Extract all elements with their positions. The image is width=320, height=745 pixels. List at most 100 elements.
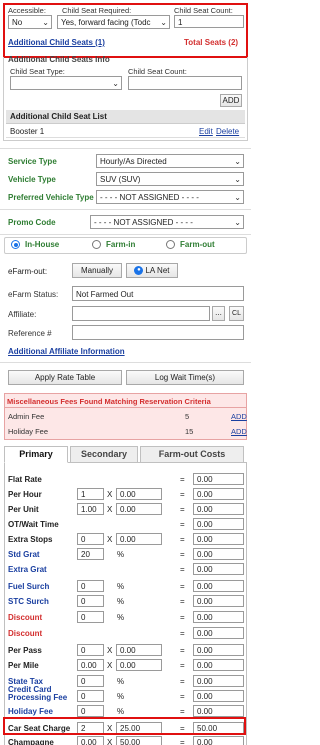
rate-result-field[interactable]: 0.00 <box>193 736 244 745</box>
tab-farm-out-costs[interactable]: Farm-out Costs <box>140 446 244 463</box>
radio-unselected-icon <box>92 240 101 250</box>
rate-qty-input[interactable]: 0 <box>77 595 104 607</box>
rate-row-label: Std Grat <box>8 550 40 559</box>
chevron-down-icon: ⌄ <box>112 79 119 88</box>
rate-result-field[interactable]: 0.00 <box>193 488 244 500</box>
rate-result-field[interactable]: 0.00 <box>193 627 244 639</box>
affiliate-lookup-button[interactable]: ... <box>212 306 225 321</box>
rate-result-field[interactable]: 0.00 <box>193 611 244 623</box>
affiliate-input[interactable] <box>72 306 210 321</box>
child-seat-type-label: Child Seat Type: <box>10 67 65 76</box>
chevron-down-icon: ⌄ <box>234 218 241 227</box>
child-seat-count-input[interactable]: 1 <box>174 15 244 28</box>
rate-qty-input[interactable]: 0 <box>77 644 104 656</box>
equals-symbol: = <box>180 490 185 499</box>
divider <box>0 362 251 363</box>
rate-result-field[interactable]: 0.00 <box>193 503 244 515</box>
equals-symbol: = <box>180 520 185 529</box>
multiply-symbol: X <box>107 505 113 514</box>
rate-qty-input[interactable]: 20 <box>77 548 104 560</box>
rate-row-label: Per Pass <box>8 646 42 655</box>
rate-qty-input[interactable]: 0 <box>77 690 104 702</box>
add-child-seat-button[interactable]: ADD <box>220 94 242 107</box>
rate-row-label: Discount <box>8 629 43 638</box>
rate-row-label: Per Hour <box>8 490 42 499</box>
delete-child-seat-link[interactable]: Delete <box>216 127 239 136</box>
rate-qty-input[interactable]: 0.00 <box>77 736 104 745</box>
service-type-label: Service Type <box>8 157 57 166</box>
additional-child-seat-count-label: Child Seat Count: <box>128 67 187 76</box>
tab-primary[interactable]: Primary <box>4 446 68 463</box>
additional-child-seats-link[interactable]: Additional Child Seats (1) <box>8 38 105 47</box>
equals-symbol: = <box>180 550 185 559</box>
add-admin-fee-link[interactable]: ADD <box>231 412 247 421</box>
rate-result-field[interactable]: 0.00 <box>193 563 244 575</box>
accessible-select[interactable]: No ⌄ <box>8 15 52 29</box>
vehicle-type-label: Vehicle Type <box>8 175 56 184</box>
rate-result-field[interactable]: 0.00 <box>193 595 244 607</box>
rate-amount-input[interactable]: 50.00 <box>116 736 162 745</box>
multiply-symbol: X <box>107 646 113 655</box>
rate-result-field[interactable]: 0.00 <box>193 518 244 530</box>
equals-symbol: = <box>180 505 185 514</box>
rate-result-field[interactable]: 0.00 <box>193 548 244 560</box>
preferred-vehicle-type-select[interactable]: - - - - NOT ASSIGNED - - - - ⌄ <box>96 190 244 204</box>
vehicle-type-select[interactable]: SUV (SUV) ⌄ <box>96 172 244 186</box>
add-holiday-fee-link[interactable]: ADD <box>231 427 247 436</box>
additional-child-seats-info-header: Additional Child Seats Info <box>8 55 110 64</box>
promo-code-select[interactable]: - - - - NOT ASSIGNED - - - - ⌄ <box>90 215 244 229</box>
radio-in-house[interactable]: In-House <box>11 240 59 250</box>
rate-amount-input[interactable]: 0.00 <box>116 659 162 671</box>
manually-button[interactable]: Manually <box>72 263 122 278</box>
rate-qty-input[interactable]: 0 <box>77 675 104 687</box>
reference-input[interactable] <box>72 325 244 340</box>
rate-result-field[interactable]: 0.00 <box>193 705 244 717</box>
affiliate-clear-button[interactable]: CL <box>229 306 244 321</box>
rate-result-field[interactable]: 0.00 <box>193 644 244 656</box>
apply-rate-table-button[interactable]: Apply Rate Table <box>8 370 122 385</box>
service-type-select[interactable]: Hourly/As Directed ⌄ <box>96 154 244 168</box>
log-wait-time-button[interactable]: Log Wait Time(s) <box>126 370 244 385</box>
multiply-symbol: X <box>107 661 113 670</box>
rate-result-field[interactable]: 0.00 <box>193 580 244 592</box>
equals-symbol: = <box>180 597 185 606</box>
chevron-down-icon: ⌄ <box>234 157 241 166</box>
child-seat-type-select[interactable]: ⌄ <box>10 76 122 90</box>
additional-affiliate-info-link[interactable]: Additional Affiliate Information <box>8 347 125 356</box>
rate-result-field[interactable]: 0.00 <box>193 690 244 702</box>
rate-amount-input[interactable]: 0.00 <box>116 644 162 656</box>
rate-result-field[interactable]: 0.00 <box>193 659 244 671</box>
additional-child-seat-count-input[interactable] <box>128 76 242 90</box>
rate-result-field[interactable]: 0.00 <box>193 473 244 485</box>
rate-qty-input[interactable]: 0 <box>77 533 104 545</box>
rate-row-label: Flat Rate <box>8 475 42 484</box>
divider <box>0 148 251 149</box>
misc-fees-header: Miscellaneous Fees Found Matching Reserv… <box>7 397 211 406</box>
rate-qty-input[interactable]: 0.00 <box>77 659 104 671</box>
child-seat-required-select[interactable]: Yes, forward facing (Todc ⌄ <box>57 15 170 29</box>
rate-amount-input[interactable]: 0.00 <box>116 503 162 515</box>
rate-row-label: Fuel Surch <box>8 582 50 591</box>
rate-result-field[interactable]: 0.00 <box>193 533 244 545</box>
rate-result-field[interactable]: 0.00 <box>193 675 244 687</box>
equals-symbol: = <box>180 692 185 701</box>
edit-child-seat-link[interactable]: Edit <box>199 127 213 136</box>
radio-farm-out[interactable]: Farm-out <box>166 240 215 250</box>
rate-qty-input[interactable]: 1.00 <box>77 503 104 515</box>
efarm-out-label: eFarm-out: <box>8 267 48 276</box>
multiply-symbol: X <box>107 738 113 745</box>
divider <box>0 234 251 235</box>
rate-row-label: STC Surch <box>8 597 49 606</box>
rate-qty-input[interactable]: 1 <box>77 488 104 500</box>
radio-farm-in[interactable]: Farm-in <box>92 240 135 250</box>
rate-qty-input[interactable]: 0 <box>77 580 104 592</box>
rate-qty-input[interactable]: 0 <box>77 611 104 623</box>
tab-secondary[interactable]: Secondary <box>70 446 138 463</box>
rate-amount-input[interactable]: 0.00 <box>116 533 162 545</box>
rate-qty-input[interactable]: 0 <box>77 705 104 717</box>
rate-amount-input[interactable]: 0.00 <box>116 488 162 500</box>
chevron-down-icon: ⌄ <box>42 18 49 27</box>
equals-symbol: = <box>180 646 185 655</box>
percent-symbol: % <box>117 677 125 686</box>
la-net-button[interactable]: ● LA Net <box>126 263 178 278</box>
